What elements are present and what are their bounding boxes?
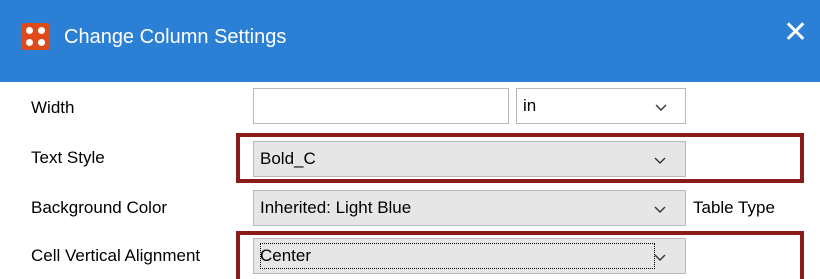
text-style-label: Text Style	[31, 148, 105, 167]
cell-vertical-alignment-label: Cell Vertical Alignment	[31, 246, 201, 265]
app-grid-icon	[22, 23, 49, 50]
background-color-value: Inherited: Light Blue	[260, 198, 412, 217]
chevron-down-icon	[654, 206, 666, 213]
chevron-down-icon	[654, 157, 666, 164]
text-style-select[interactable]: Bold_C	[253, 141, 686, 177]
close-icon[interactable]: ✕	[783, 18, 808, 48]
width-unit-select[interactable]: in	[516, 88, 686, 124]
title-bar: Change Column Settings ✕	[0, 0, 820, 82]
cell-vertical-alignment-value: Center	[260, 246, 312, 265]
focus-ring	[260, 243, 655, 269]
width-unit-value: in	[523, 96, 537, 115]
text-style-value: Bold_C	[260, 149, 316, 168]
dialog-title: Change Column Settings	[64, 26, 287, 48]
cell-vertical-alignment-select[interactable]: Center	[253, 238, 686, 274]
chevron-down-icon	[655, 104, 667, 111]
width-input[interactable]	[253, 88, 509, 124]
width-label: Width	[31, 98, 75, 117]
chevron-down-icon	[654, 254, 666, 261]
background-color-select[interactable]: Inherited: Light Blue	[253, 190, 686, 226]
background-color-label: Background Color	[31, 198, 168, 217]
table-type-label: Table Type	[693, 198, 775, 217]
